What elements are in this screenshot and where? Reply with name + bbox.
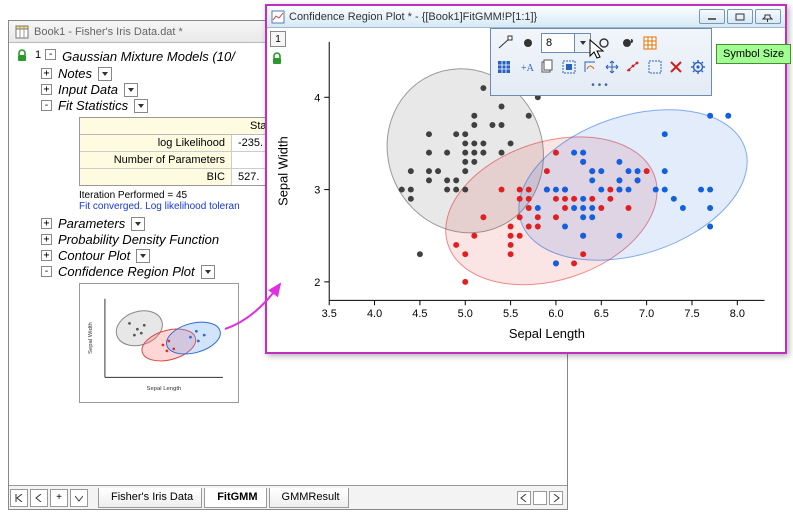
node-fit[interactable]: Fit Statistics (58, 98, 128, 113)
svg-text:8.0: 8.0 (730, 308, 745, 320)
dropdown-params[interactable] (131, 217, 145, 231)
svg-text:5.0: 5.0 (458, 308, 473, 320)
svg-text:Sepal Width: Sepal Width (88, 322, 94, 354)
node-contour[interactable]: Contour Plot (58, 248, 130, 263)
rescale-tool[interactable] (581, 57, 600, 77)
node-conf[interactable]: Confidence Region Plot (58, 264, 195, 279)
svg-text:7.5: 7.5 (684, 308, 699, 320)
node-pdf[interactable]: Probability Density Function (58, 232, 219, 247)
tree-root-label[interactable]: Gaussian Mixture Models (10/ (62, 49, 235, 64)
symbol-size-dropdown[interactable] (574, 34, 590, 52)
plot-title-bar[interactable]: Confidence Region Plot * - {[Book1]FitGM… (267, 6, 785, 28)
expand-contour[interactable]: + (41, 250, 52, 261)
pin-button[interactable] (755, 9, 781, 24)
svg-text:6.0: 6.0 (548, 308, 563, 320)
label-tool[interactable]: +A (517, 57, 536, 77)
svg-text:7.0: 7.0 (639, 308, 654, 320)
node-params[interactable]: Parameters (58, 216, 125, 231)
expand-pdf[interactable]: + (41, 234, 52, 245)
tab-iris[interactable]: Fisher's Iris Data (98, 488, 202, 508)
svg-text:6.5: 6.5 (594, 308, 609, 320)
toolbar-expand-dots[interactable]: ••• (495, 80, 707, 91)
scroll-thumb[interactable] (533, 491, 547, 505)
svg-text:Sepal Length: Sepal Length (147, 386, 182, 392)
expand-notes[interactable]: + (41, 68, 52, 79)
collapse-root[interactable]: - (45, 49, 56, 60)
svg-text:4.5: 4.5 (412, 308, 427, 320)
line-style-tool[interactable] (495, 33, 515, 53)
dropdown-fit[interactable] (134, 99, 148, 113)
symbol-size-input[interactable] (542, 37, 574, 49)
collapse-fit[interactable]: - (41, 100, 52, 111)
svg-text:3.5: 3.5 (322, 308, 337, 320)
scroll-left[interactable] (517, 491, 531, 505)
tab-nav-prev[interactable] (30, 489, 48, 507)
node-notes[interactable]: Notes (58, 66, 92, 81)
mini-toolbar[interactable]: +A ••• (490, 28, 712, 96)
select-tool[interactable] (646, 57, 665, 77)
fill-pattern-tool[interactable] (495, 57, 514, 77)
tree-root-index: 1 (35, 49, 41, 61)
svg-text:+A: +A (521, 63, 534, 74)
dropdown-input[interactable] (124, 83, 138, 97)
symbol-interior-tool[interactable] (617, 33, 637, 53)
svg-text:Sepal Width: Sepal Width (275, 136, 290, 206)
lock-icon (270, 52, 284, 66)
expand-input[interactable]: + (41, 84, 52, 95)
copy-tool[interactable] (538, 57, 557, 77)
svg-text:3: 3 (314, 185, 320, 197)
symbol-shape-tool[interactable] (518, 33, 538, 53)
dropdown-contour[interactable] (136, 249, 150, 263)
plot-window-title: Confidence Region Plot * - {[Book1]FitGM… (289, 11, 537, 23)
open-worksheet-tool[interactable] (640, 33, 660, 53)
sheet-tabs: + Fisher's Iris Data FitGMM GMMResult (9, 485, 567, 509)
layer-index[interactable]: 1 (270, 31, 286, 47)
tab-add[interactable]: + (50, 489, 68, 507)
svg-text:Sepal Length: Sepal Length (509, 326, 585, 341)
scroll-right[interactable] (549, 491, 563, 505)
move-tool[interactable] (603, 57, 622, 77)
graph-icon (271, 10, 285, 24)
expand-params[interactable]: + (41, 218, 52, 229)
svg-text:4: 4 (314, 92, 320, 104)
tooltip: Symbol Size (716, 44, 791, 64)
dropdown-conf[interactable] (201, 265, 215, 279)
change-plot-tool[interactable] (624, 57, 643, 77)
worksheet-icon (15, 25, 29, 39)
table-row: log Likelihood-235. (80, 135, 278, 152)
stats-header: Stati (80, 118, 278, 135)
properties-tool[interactable] (689, 57, 708, 77)
tab-gmmresult[interactable]: GMMResult (269, 488, 349, 508)
tab-fitgmm[interactable]: FitGMM (204, 488, 266, 508)
collapse-conf[interactable]: - (41, 266, 52, 277)
dropdown-notes[interactable] (98, 67, 112, 81)
symbol-size-control[interactable] (541, 33, 591, 53)
svg-text:4.0: 4.0 (367, 308, 382, 320)
minimize-button[interactable] (699, 9, 725, 24)
table-row: Number of Parameters (80, 152, 278, 169)
conf-plot-thumbnail[interactable]: Sepal Length Sepal Width (79, 283, 239, 403)
svg-text:2: 2 (314, 277, 320, 289)
table-row: BIC527. (80, 169, 278, 185)
tab-nav-first[interactable] (10, 489, 28, 507)
maximize-button[interactable] (727, 9, 753, 24)
group-tool[interactable] (560, 57, 579, 77)
symbol-type-tool[interactable] (594, 33, 614, 53)
lock-icon (15, 49, 29, 63)
delete-tool[interactable] (667, 57, 686, 77)
tab-menu[interactable] (70, 489, 88, 507)
svg-text:5.5: 5.5 (503, 308, 518, 320)
node-input[interactable]: Input Data (58, 82, 118, 97)
workbook-title: Book1 - Fisher's Iris Data.dat * (34, 26, 183, 38)
fit-statistics-table: Stati log Likelihood-235. Number of Para… (79, 117, 279, 186)
